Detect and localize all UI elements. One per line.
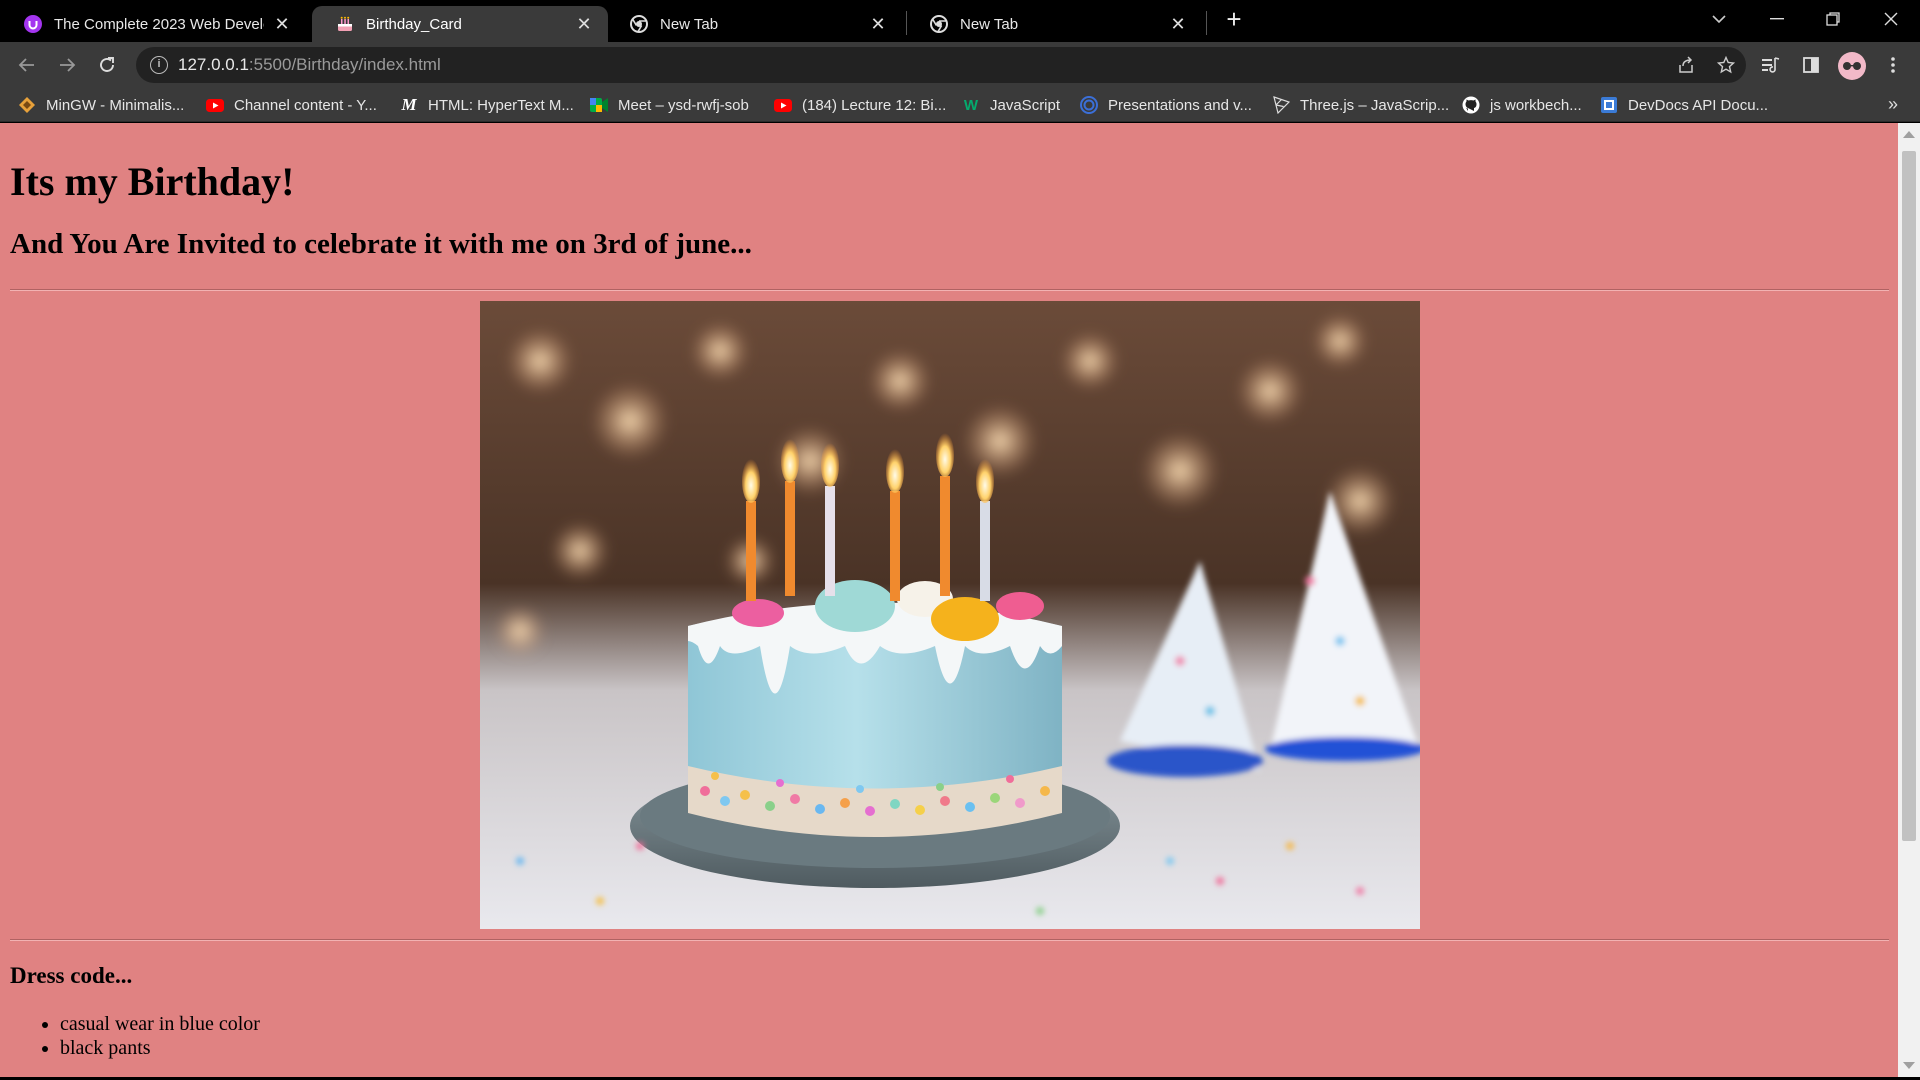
- side-panel-icon[interactable]: [1796, 50, 1826, 80]
- bookmark-label: (184) Lecture 12: Bi...: [802, 96, 947, 114]
- tab-title: Birthday_Card: [366, 15, 462, 33]
- page-viewport: Its my Birthday! And You Are Invited to …: [0, 123, 1920, 1077]
- browser-tab-strip: The Complete 2023 Web Develop ✕ Birthday…: [0, 0, 1920, 42]
- cake-icon: [336, 15, 354, 33]
- tab-title: The Complete 2023 Web Develop: [54, 15, 264, 33]
- mingw-icon: [18, 96, 36, 114]
- tab-new-tab-1[interactable]: New Tab ✕: [606, 6, 902, 42]
- tab-title: New Tab: [960, 15, 1019, 33]
- bookmark-label: DevDocs API Docu...: [1628, 96, 1769, 114]
- bookmark-google-meet[interactable]: Meet – ysd-rwfj-sob: [590, 94, 749, 116]
- menu-kebab-icon[interactable]: [1878, 50, 1908, 80]
- bookmark-label: HTML: HyperText M...: [428, 96, 574, 114]
- share-icon[interactable]: [1674, 53, 1698, 77]
- new-tab-button[interactable]: +: [1222, 6, 1246, 32]
- invitation-subheading: And You Are Invited to celebrate it with…: [10, 228, 752, 260]
- page-scrollbar[interactable]: [1898, 123, 1920, 1077]
- dress-code-title: Dress code...: [10, 963, 133, 988]
- github-icon: [1462, 96, 1480, 114]
- bookmark-js-workbench[interactable]: js workbech...: [1462, 94, 1582, 116]
- bookmark-label: Presentations and v...: [1108, 96, 1252, 114]
- bookmark-label: js workbech...: [1490, 96, 1582, 114]
- close-icon[interactable]: ✕: [272, 14, 292, 34]
- reload-icon[interactable]: [92, 50, 122, 80]
- bookmarks-overflow-button[interactable]: »: [1888, 94, 1898, 115]
- list-item: casual wear in blue color: [60, 1012, 260, 1036]
- cake-illustration: [480, 301, 1420, 929]
- site-info-icon[interactable]: i: [150, 56, 168, 74]
- profile-avatar[interactable]: [1838, 52, 1866, 80]
- chrome-icon: [630, 15, 648, 33]
- bookmark-devdocs[interactable]: DevDocs API Docu...: [1600, 94, 1768, 116]
- close-window-icon[interactable]: [1876, 4, 1906, 34]
- bookmarks-bar: MinGW - Minimalis... Channel content - Y…: [0, 88, 1920, 122]
- bookmark-label: Three.js – JavaScrip...: [1300, 96, 1450, 114]
- tab-new-tab-2[interactable]: New Tab ✕: [906, 6, 1202, 42]
- divider-bottom: [10, 939, 1889, 941]
- youtube-icon: [206, 96, 224, 114]
- tab-title: New Tab: [660, 15, 719, 33]
- youtube-icon: [774, 96, 792, 114]
- scroll-up-arrow-icon[interactable]: [1903, 131, 1915, 138]
- bookmark-presentations[interactable]: Presentations and v...: [1080, 94, 1252, 116]
- udemy-icon: [24, 15, 42, 33]
- dress-code-list: casual wear in blue color black pants: [60, 1012, 260, 1060]
- close-icon[interactable]: ✕: [1168, 14, 1188, 34]
- address-bar[interactable]: i 127.0.0.1:5500/Birthday/index.html: [136, 47, 1746, 83]
- restore-icon[interactable]: [1818, 4, 1848, 34]
- tab-birthday-card[interactable]: Birthday_Card ✕: [312, 6, 608, 42]
- close-icon[interactable]: ✕: [868, 14, 888, 34]
- tab-udemy[interactable]: The Complete 2023 Web Develop ✕: [0, 6, 306, 42]
- scrollbar-thumb[interactable]: [1902, 151, 1916, 841]
- tab-separator: [1206, 11, 1207, 35]
- presentation-icon: [1080, 96, 1098, 114]
- reading-list-icon[interactable]: [1756, 50, 1786, 80]
- browser-toolbar: i 127.0.0.1:5500/Birthday/index.html: [0, 42, 1920, 88]
- back-arrow-icon[interactable]: [12, 50, 42, 80]
- bookmark-mingw[interactable]: MinGW - Minimalis...: [18, 94, 184, 116]
- url-text[interactable]: 127.0.0.1:5500/Birthday/index.html: [178, 55, 441, 75]
- bookmark-label: JavaScript: [990, 96, 1061, 114]
- minimize-icon[interactable]: [1762, 4, 1792, 34]
- mdn-icon: M: [401, 95, 417, 114]
- list-item: black pants: [60, 1036, 260, 1060]
- google-meet-icon: [590, 96, 608, 114]
- scroll-down-arrow-icon[interactable]: [1903, 1062, 1915, 1069]
- divider-top: [10, 289, 1889, 291]
- w3schools-icon: W: [963, 96, 979, 114]
- bookmark-label: MinGW - Minimalis...: [46, 96, 185, 114]
- close-icon[interactable]: ✕: [574, 14, 594, 34]
- bookmark-label: Channel content - Y...: [234, 96, 377, 114]
- tab-search-icon[interactable]: [1704, 4, 1734, 34]
- forward-arrow-icon[interactable]: [52, 50, 82, 80]
- bookmark-mdn-html[interactable]: M HTML: HyperText M...: [400, 94, 574, 116]
- bookmark-javascript[interactable]: W JavaScript: [962, 94, 1060, 116]
- url-path: :5500/Birthday/index.html: [248, 55, 441, 74]
- devdocs-icon: [1600, 96, 1618, 114]
- url-host: 127.0.0.1: [178, 55, 249, 74]
- bookmark-star-icon[interactable]: [1714, 53, 1738, 77]
- chrome-icon: [930, 15, 948, 33]
- bookmark-youtube-channel[interactable]: Channel content - Y...: [206, 94, 377, 116]
- threejs-icon: [1272, 96, 1290, 114]
- birthday-cake-image: [480, 301, 1420, 929]
- bookmark-youtube-lecture[interactable]: (184) Lecture 12: Bi...: [774, 94, 946, 116]
- page-title: Its my Birthday!: [10, 159, 295, 204]
- bookmark-label: Meet – ysd-rwfj-sob: [618, 96, 749, 114]
- bookmark-threejs[interactable]: Three.js – JavaScrip...: [1272, 94, 1449, 116]
